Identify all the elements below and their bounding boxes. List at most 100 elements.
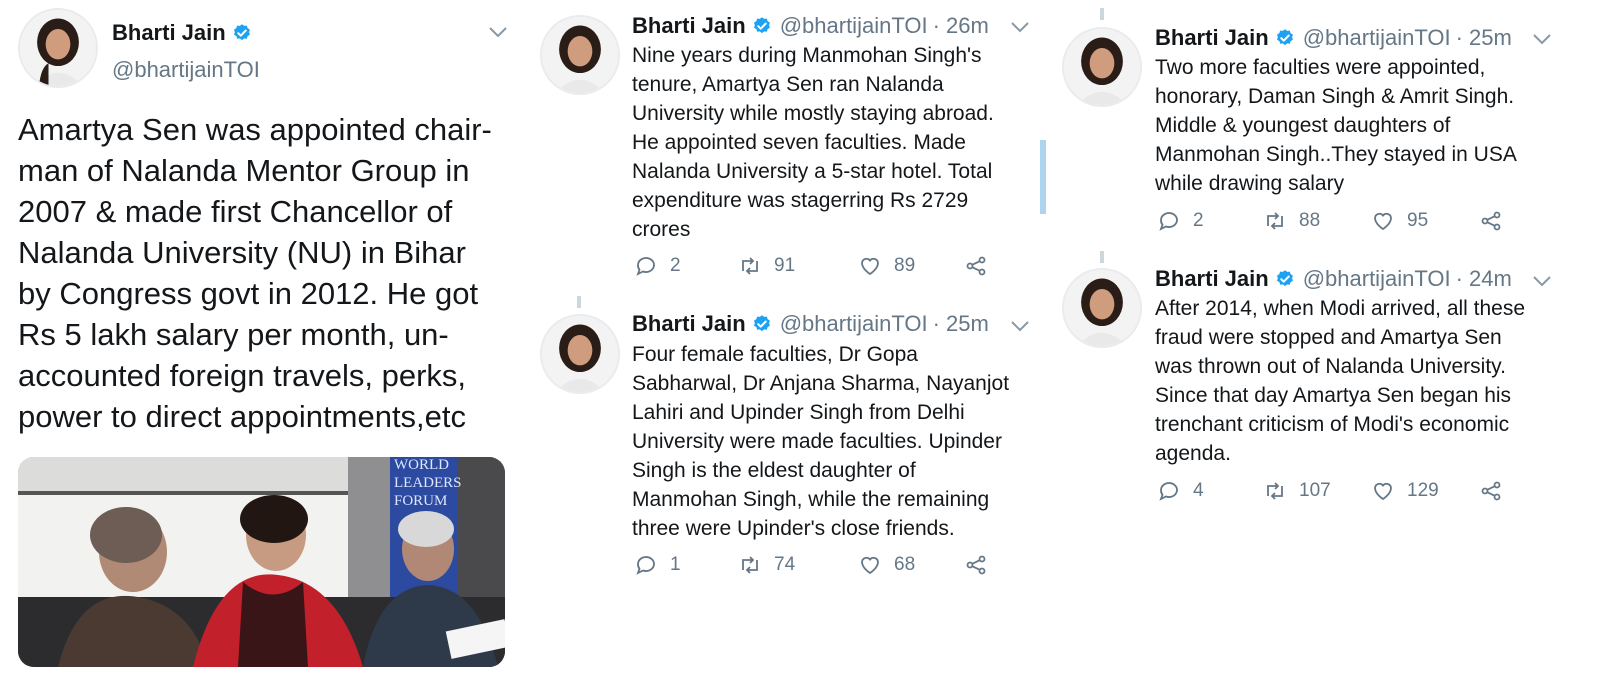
share-button[interactable] (1479, 209, 1515, 233)
reply-count: 2 (670, 255, 681, 276)
text-line: three were Upinder's close friends. (632, 517, 955, 540)
text-line: University were made faculties. Upinder (632, 430, 1002, 453)
tweet-text: After 2014, when Modi arrived, all these… (1155, 294, 1605, 468)
chevron-down-icon[interactable] (1010, 20, 1030, 34)
tweet-header: Bharti Jain @bhartijainTOI · 25m (632, 311, 989, 337)
avatar[interactable] (18, 8, 98, 88)
retweet-icon (1267, 482, 1283, 500)
chevron-down-icon[interactable] (1532, 274, 1552, 288)
verified-badge-icon (233, 24, 250, 41)
reply-icon (636, 556, 655, 575)
text-line: After 2014, when Modi arrived, all these (1155, 297, 1526, 320)
author-name[interactable]: Bharti Jain (1155, 266, 1269, 292)
text-line: Rs 5 lakh salary per month, un- (18, 317, 449, 352)
reply-icon (1159, 482, 1178, 501)
verified-badge-icon (753, 315, 770, 332)
reply-icon (636, 257, 655, 276)
retweet-button[interactable]: 88 (1263, 209, 1371, 233)
tweet-actions: 1 74 68 (634, 553, 1000, 577)
tweet-photo[interactable]: WORLD LEADERS FORUM (18, 457, 505, 667)
text-line: man of Nalanda Mentor Group in (18, 153, 470, 188)
thread-connector (1100, 8, 1104, 20)
heart-icon (1374, 212, 1392, 231)
author-name[interactable]: Bharti Jain (632, 13, 746, 39)
like-count: 95 (1407, 210, 1429, 231)
retweet-button[interactable]: 91 (738, 254, 858, 278)
reply-count: 4 (1193, 480, 1204, 501)
text-line: accounted foreign travels, perks, (18, 358, 467, 393)
tweet-text: Two more faculties were appointed, honor… (1155, 53, 1595, 198)
text-line: Lahiri and Upinder Singh from Delhi (632, 401, 965, 424)
like-count: 68 (894, 554, 916, 575)
retweet-count: 107 (1299, 480, 1331, 501)
share-button[interactable] (1479, 479, 1515, 503)
share-icon (1481, 211, 1501, 231)
text-line: trenchant criticism of Modi's economic (1155, 413, 1510, 436)
tweet-time[interactable]: · 25m (933, 311, 989, 337)
like-count: 129 (1407, 480, 1439, 501)
reply-button[interactable]: 1 (634, 553, 738, 577)
text-line: Nine years during Manmohan Singh's (632, 44, 982, 67)
avatar-portrait-icon (542, 17, 618, 93)
reply-button[interactable]: 2 (634, 254, 738, 278)
like-button[interactable]: 129 (1371, 479, 1479, 503)
verified-badge-icon (1276, 29, 1293, 46)
tweet-header: Bharti Jain @bhartijainTOI · 24m (1155, 266, 1512, 292)
thread-column-3: Bharti Jain @bhartijainTOI · 25m Two mor… (1062, 0, 1619, 696)
tweet-header: Bharti Jain @bhartijainTOI · 26m (632, 13, 989, 39)
heart-icon (861, 556, 879, 575)
avatar[interactable] (1062, 27, 1142, 107)
like-button[interactable]: 89 (858, 254, 964, 278)
tweet-actions: 2 88 95 (1157, 209, 1515, 233)
reply-button[interactable]: 2 (1157, 209, 1263, 233)
avatar-portrait-icon (20, 10, 96, 86)
author-handle[interactable]: @bhartijainTOI (1303, 25, 1451, 51)
like-count: 89 (894, 255, 916, 276)
retweet-count: 74 (774, 554, 796, 575)
chevron-down-icon[interactable] (488, 25, 508, 39)
avatar[interactable] (540, 15, 620, 95)
share-button[interactable] (964, 254, 1000, 278)
like-button[interactable]: 95 (1371, 209, 1479, 233)
text-line: Middle & youngest daughters of (1155, 114, 1451, 137)
text-line: Two more faculties were appointed, (1155, 56, 1486, 79)
heart-icon (861, 257, 879, 276)
author-handle[interactable]: @bhartijainTOI (112, 57, 260, 83)
share-icon (966, 256, 986, 276)
share-icon (1481, 481, 1501, 501)
chevron-down-icon[interactable] (1010, 319, 1030, 333)
retweet-icon (742, 556, 758, 574)
author-name-row: Bharti Jain (112, 20, 260, 46)
reply-count: 2 (1193, 210, 1204, 231)
verified-badge-icon (1276, 270, 1293, 287)
author-name[interactable]: Bharti Jain (632, 311, 746, 337)
retweet-button[interactable]: 107 (1263, 479, 1371, 503)
avatar[interactable] (540, 314, 620, 394)
author-handle[interactable]: @bhartijainTOI (780, 13, 928, 39)
avatar[interactable] (1062, 268, 1142, 348)
text-line: while drawing salary (1155, 172, 1345, 195)
text-line: Four female faculties, Dr Gopa (632, 343, 918, 366)
text-line: University while mostly staying abroad. (632, 102, 994, 125)
text-line: Since that day Amartya Sen began his (1155, 384, 1512, 407)
author-name[interactable]: Bharti Jain (112, 20, 226, 46)
reply-button[interactable]: 4 (1157, 479, 1263, 503)
text-line: tenure, Amartya Sen ran Nalanda (632, 73, 944, 96)
tweet-time[interactable]: · 26m (933, 13, 989, 39)
retweet-icon (1267, 212, 1283, 230)
like-button[interactable]: 68 (858, 553, 964, 577)
author-handle[interactable]: @bhartijainTOI (780, 311, 928, 337)
author-name[interactable]: Bharti Jain (1155, 25, 1269, 51)
author-handle[interactable]: @bhartijainTOI (1303, 266, 1451, 292)
tweet-text: Nine years during Manmohan Singh's tenur… (632, 41, 1052, 244)
retweet-button[interactable]: 74 (738, 553, 858, 577)
tweet-time[interactable]: · 24m (1456, 266, 1512, 292)
text-line: was thrown out of Nalanda University. (1155, 355, 1506, 378)
tweet-time[interactable]: · 25m (1456, 25, 1512, 51)
scrollbar-thumb[interactable] (1040, 140, 1046, 214)
thread-connector (577, 296, 581, 308)
main-tweet-text: Amartya Sen was appointed chair- man of … (18, 109, 528, 437)
text-line: expenditure was stagerring Rs 2729 (632, 189, 969, 212)
chevron-down-icon[interactable] (1532, 32, 1552, 46)
share-button[interactable] (964, 553, 1000, 577)
